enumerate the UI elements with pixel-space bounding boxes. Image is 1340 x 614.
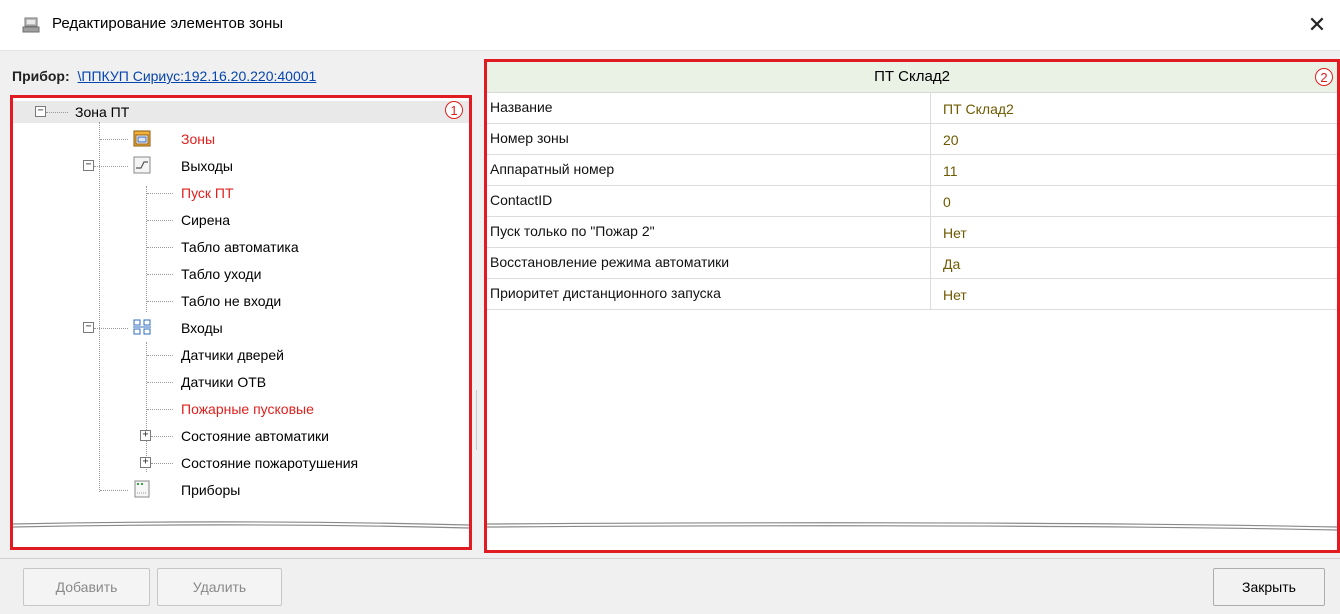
delete-button[interactable]: Удалить [157, 568, 282, 606]
window-title: Редактирование элементов зоны [52, 15, 284, 32]
device-label: Прибор: [12, 68, 70, 84]
property-row[interactable]: Восстановление режима автоматики Да [487, 248, 1337, 279]
property-row[interactable]: Аппаратный номер 11 [487, 155, 1337, 186]
tree-guide-line [147, 193, 173, 194]
property-row[interactable]: Номер зоны 20 [487, 124, 1337, 155]
tree-item-fire-triggers[interactable]: Пожарные пусковые [181, 398, 314, 420]
tree-item-otv-sensors[interactable]: Датчики ОТВ [181, 371, 266, 393]
tree-item-auto-state[interactable]: Состояние автоматики [181, 425, 329, 447]
tree-guide-line [94, 166, 128, 167]
add-button[interactable]: Добавить [23, 568, 150, 606]
properties-panel: ПТ Склад2 2 Название ПТ Склад2 Номер зон… [484, 59, 1340, 553]
callout-badge-1: 1 [445, 101, 463, 119]
expand-toggle-icon[interactable]: + [140, 430, 151, 441]
property-value[interactable]: Да [943, 248, 960, 278]
property-value[interactable]: ПТ Склад2 [943, 93, 1014, 123]
device-row: Прибор: \ППКУП Сириус:192.16.20.220:4000… [12, 68, 316, 84]
properties-header: ПТ Склад2 [487, 62, 1337, 93]
tree-item-door-sensors[interactable]: Датчики дверей [181, 344, 284, 366]
tree-guide-line [146, 186, 147, 312]
property-value[interactable]: Нет [943, 279, 967, 309]
property-name: Название [490, 93, 931, 123]
zone-tree-panel: − Зона ПТ Зоны − Выходы Пуск ПТ Сирена Т… [10, 95, 472, 550]
property-row[interactable]: ContactID 0 [487, 186, 1337, 217]
tree-guide-line [151, 463, 173, 464]
tree-item-panel-no-entry[interactable]: Табло не входи [181, 290, 281, 312]
close-window-button[interactable]: ✕ [1302, 10, 1332, 40]
collapse-toggle-icon[interactable]: − [35, 106, 46, 117]
inputs-icon [133, 319, 151, 335]
property-name: ContactID [490, 186, 931, 216]
tree-item-outputs[interactable]: Выходы [181, 155, 233, 177]
tree-guide-line [147, 355, 173, 356]
scroll-break-indicator [13, 521, 469, 529]
expand-toggle-icon[interactable]: + [140, 457, 151, 468]
panel-splitter[interactable] [476, 390, 479, 450]
tree-root-zone[interactable]: Зона ПТ [75, 101, 129, 123]
tree-guide-line [151, 436, 173, 437]
tree-item-inputs[interactable]: Входы [181, 317, 223, 339]
tree-guide-line [147, 220, 173, 221]
title-bar: Редактирование элементов зоны ✕ [0, 0, 1340, 51]
collapse-toggle-icon[interactable]: − [83, 160, 94, 171]
tree-guide-line [99, 122, 100, 492]
tree-guide-line [147, 409, 173, 410]
property-name: Пуск только по "Пожар 2" [490, 217, 931, 247]
tree-item-siren[interactable]: Сирена [181, 209, 230, 231]
footer-divider [0, 558, 1340, 559]
tree-guide-line [94, 328, 128, 329]
tree-item-panel-leave[interactable]: Табло уходи [181, 263, 261, 285]
property-row[interactable]: Пуск только по "Пожар 2" Нет [487, 217, 1337, 248]
tree-guide-line [100, 139, 128, 140]
device-link[interactable]: \ППКУП Сириус:192.16.20.220:40001 [78, 68, 317, 84]
window-app-icon [22, 17, 40, 33]
property-row[interactable]: Название ПТ Склад2 [487, 93, 1337, 124]
property-value[interactable]: 20 [943, 124, 959, 154]
tree-guide-line [147, 274, 173, 275]
tree-guide-line [146, 342, 147, 472]
tree-guide-line [147, 382, 173, 383]
collapse-toggle-icon[interactable]: − [83, 322, 94, 333]
scroll-break-indicator [487, 522, 1337, 531]
outputs-icon [133, 156, 151, 174]
property-name: Приоритет дистанционного запуска [490, 279, 931, 309]
tree-item-panel-auto[interactable]: Табло автоматика [181, 236, 299, 258]
zones-icon [133, 130, 151, 147]
tree-guide-line [147, 247, 173, 248]
tree-item-extinguish-state[interactable]: Состояние пожаротушения [181, 452, 358, 474]
close-button[interactable]: Закрыть [1213, 568, 1325, 606]
property-name: Номер зоны [490, 124, 931, 154]
property-value[interactable]: 0 [943, 186, 951, 216]
tree-guide-line [100, 490, 128, 491]
property-name: Восстановление режима автоматики [490, 248, 931, 278]
tree-item-launch-pt[interactable]: Пуск ПТ [181, 182, 234, 204]
property-name: Аппаратный номер [490, 155, 931, 185]
property-row[interactable]: Приоритет дистанционного запуска Нет [487, 279, 1337, 310]
property-value[interactable]: 11 [943, 155, 958, 185]
tree-item-zones[interactable]: Зоны [181, 128, 215, 150]
property-value[interactable]: Нет [943, 217, 967, 247]
devices-icon [134, 480, 150, 498]
callout-badge-2: 2 [1315, 68, 1333, 86]
tree-item-devices[interactable]: Приборы [181, 479, 240, 501]
tree-guide-line [46, 112, 68, 113]
tree-guide-line [147, 301, 173, 302]
